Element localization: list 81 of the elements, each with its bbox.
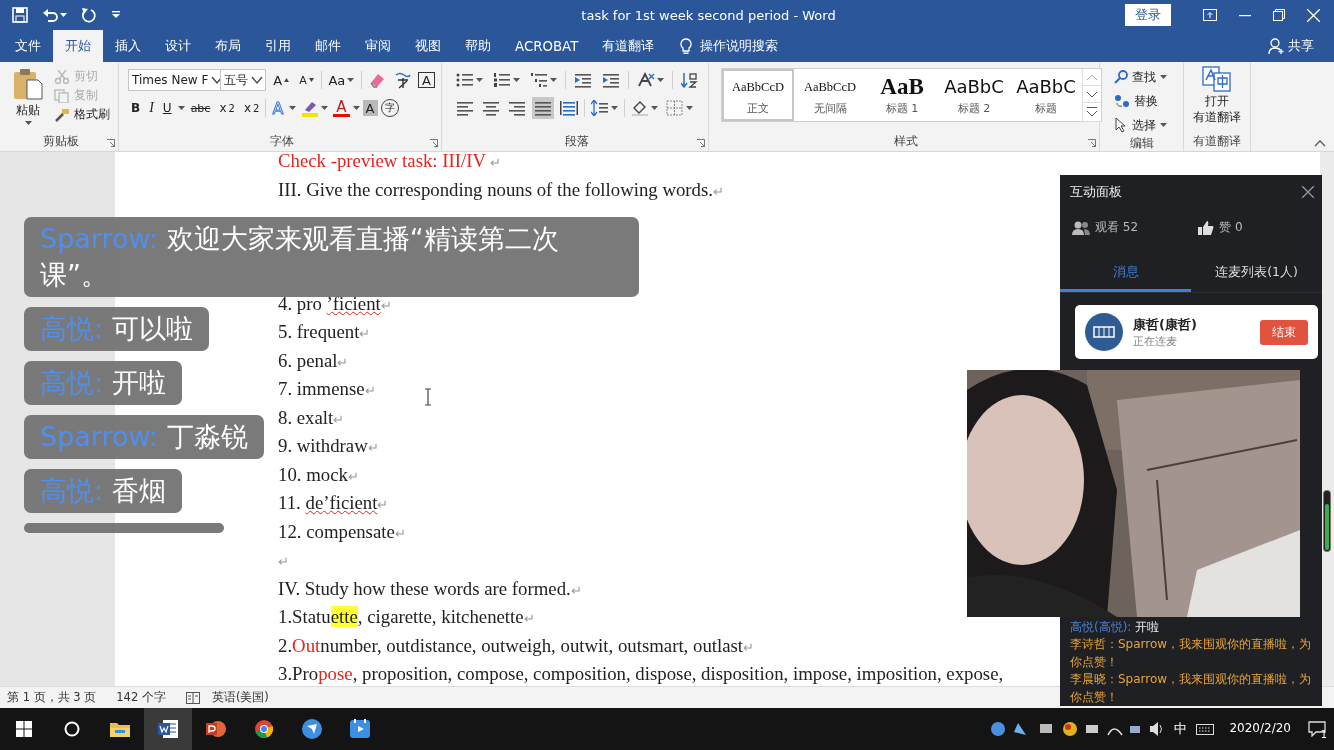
document-line: III. Give the corresponding nouns of the following words.↵: [278, 177, 724, 202]
like-count: 赞 0: [1219, 219, 1243, 236]
chat-message: 李晨晓：Sparrow，我来围观你的直播啦，为你点赞！: [1070, 671, 1313, 706]
italic-button[interactable]: I: [146, 97, 157, 119]
ribbon-tab[interactable]: 开始: [53, 30, 103, 62]
style-item[interactable]: AaBbCcD 正文: [722, 69, 794, 121]
underline-button[interactable]: U: [159, 97, 175, 119]
login-button[interactable]: 登录: [1125, 4, 1171, 26]
document-line: 9. withdraw↵: [278, 434, 379, 458]
group-label: 有道翻译: [1192, 134, 1242, 150]
group-label: 编辑: [1128, 136, 1155, 152]
document-line: 7. immense↵: [278, 377, 376, 401]
live-comment: Sparrow: 欢迎大家来观看直播“精读第二次课”。: [24, 217, 639, 297]
viewer-count: 观看 52: [1095, 219, 1139, 236]
chat-message: 高悦(高悦): 开啦: [1070, 618, 1161, 636]
change-case-button[interactable]: Aa: [325, 69, 358, 91]
document-line: ↵: [278, 553, 289, 571]
guest-name: 康哲(康哲): [1133, 315, 1197, 334]
translate-button[interactable]: 打开 有道翻译: [1188, 66, 1246, 134]
paste-button[interactable]: 粘贴: [8, 68, 48, 134]
guest-status: 正在连麦: [1133, 334, 1178, 349]
character-shading-button[interactable]: A: [362, 100, 378, 116]
ribbon-tab[interactable]: 审阅: [353, 30, 403, 62]
document-line: Check -preview task: III/IV ↵: [278, 152, 502, 173]
share-button[interactable]: 共享: [1268, 30, 1314, 62]
ribbon-tab[interactable]: 布局: [203, 30, 253, 62]
panel-title: 互动面板: [1070, 183, 1122, 201]
ribbon-tab[interactable]: ACROBAT: [503, 30, 591, 62]
ribbon-tab[interactable]: 设计: [153, 30, 203, 62]
style-item[interactable]: AaBbC 标题: [1010, 69, 1082, 121]
window-title: task for 1st week second period - Word: [580, 7, 837, 23]
document-line: 10. mock↵: [278, 462, 359, 487]
strikethrough-button[interactable]: abc: [187, 97, 214, 119]
style-item[interactable]: AaBbC 标题 2: [938, 69, 1010, 121]
document-line: IV. Study how these words are formed.↵: [278, 576, 582, 601]
font-name-field[interactable]: Times New F: [128, 69, 221, 91]
ribbon-tab[interactable]: 帮助: [453, 30, 503, 62]
group-label: 样式: [892, 134, 919, 150]
panel-tab[interactable]: 连麦列表(1人): [1191, 256, 1322, 292]
end-button[interactable]: 结束: [1260, 319, 1308, 345]
bold-button[interactable]: B: [128, 97, 144, 119]
document-line: 5. frequent↵: [278, 320, 371, 344]
character-border-button[interactable]: A: [418, 72, 435, 88]
group-label: 字体: [268, 134, 295, 150]
document-line: 2.Outnumber, outdistance, outweigh, outwit, outsmart, outlast↵: [278, 633, 755, 658]
chat-message: 李诗哲：Sparrow，我来围观你的直播啦，为你点赞！: [1070, 636, 1313, 671]
ribbon-tab[interactable]: 有道翻译: [590, 30, 667, 62]
ribbon-tab[interactable]: 视图: [403, 30, 453, 62]
panel-tab[interactable]: 消息: [1060, 256, 1191, 292]
font-color-button[interactable]: A: [333, 99, 350, 117]
word-count[interactable]: 142 个字: [116, 690, 166, 705]
brush-button[interactable]: 格式刷: [54, 106, 110, 123]
shrink-font-button[interactable]: A: [296, 69, 317, 91]
live-comment: 高悦: 可以啦: [24, 307, 209, 351]
style-item[interactable]: AaBbCcD 无间隔: [794, 69, 866, 121]
style-item[interactable]: AaB 标题 1: [866, 69, 938, 121]
ribbon-tab[interactable]: 引用: [253, 30, 303, 62]
replace-button[interactable]: 替换: [1114, 90, 1183, 112]
ribbon-tab[interactable]: 邮件: [303, 30, 353, 62]
live-comment: 高悦: 开啦: [24, 361, 182, 405]
grow-font-button[interactable]: A: [270, 69, 293, 91]
font-size-field[interactable]: 五号: [220, 69, 267, 91]
document-line: 8. exalt↵: [278, 405, 345, 430]
notification-button[interactable]: 1: [1306, 718, 1328, 740]
input-method[interactable]: 中: [1174, 720, 1188, 738]
tell-me-button[interactable]: 操作说明搜索: [680, 30, 779, 62]
group-label: 剪贴板: [41, 134, 80, 150]
clock-date[interactable]: 2020/2/20: [1223, 721, 1297, 735]
live-comment: 高悦: 香烟: [24, 469, 182, 513]
language[interactable]: 英语(美国): [211, 690, 269, 705]
ribbon-tab[interactable]: 文件: [3, 30, 53, 62]
page-count[interactable]: 第 1 页，共 3 页: [7, 690, 97, 705]
select-button[interactable]: 选择: [1114, 114, 1183, 136]
find-button[interactable]: 查找: [1114, 66, 1183, 88]
document-line: 6. penal↵: [278, 348, 349, 373]
document-line: 12. compensate↵: [278, 519, 406, 544]
document-line: 3.Propose, proposition, compose, composition, dispose, disposition, impose, imposition, expose,: [278, 662, 1004, 686]
group-label: 段落: [563, 134, 590, 150]
live-comment: Sparrow: 丁淼锐: [24, 415, 264, 459]
ribbon-tab[interactable]: 插入: [103, 30, 153, 62]
document-line: 11. de’ficient↵: [278, 491, 389, 515]
